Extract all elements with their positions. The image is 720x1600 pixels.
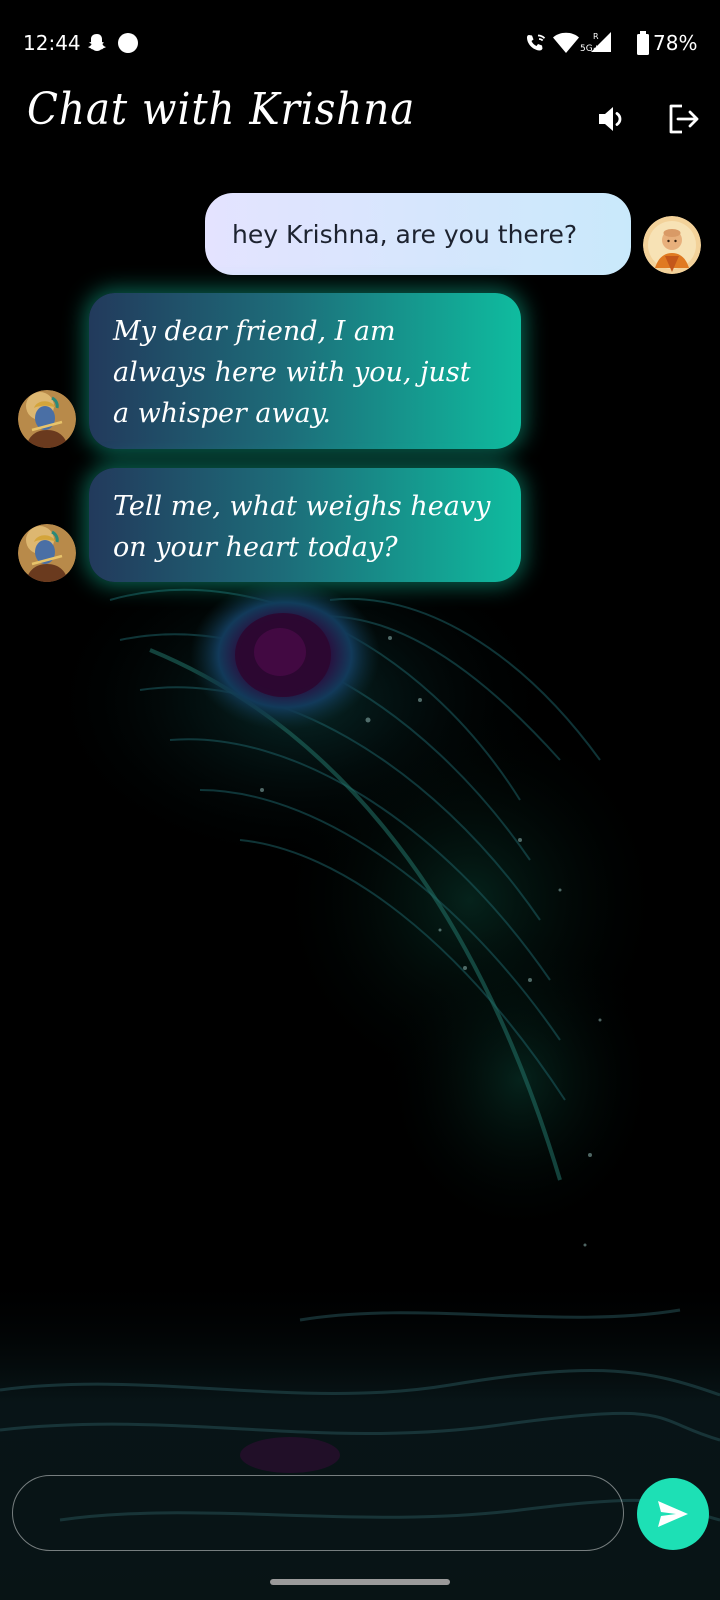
status-bar: 12:44 5G+ R 78% bbox=[0, 0, 720, 88]
wifi-call-icon bbox=[527, 34, 546, 51]
monk-avatar-icon bbox=[643, 216, 701, 274]
krishna-message-bubble: My dear friend, I am always here with yo… bbox=[89, 293, 521, 449]
krishna-message-text: Tell me, what weighs heavy on your heart… bbox=[113, 491, 491, 563]
krishna-message-bubble: Tell me, what weighs heavy on your heart… bbox=[89, 468, 521, 582]
battery-percentage: 78% bbox=[653, 31, 698, 55]
user-message-bubble: hey Krishna, are you there? bbox=[205, 193, 631, 275]
send-icon bbox=[658, 1501, 688, 1527]
logout-button[interactable] bbox=[661, 97, 705, 141]
user-message-text: hey Krishna, are you there? bbox=[232, 219, 578, 249]
battery-icon bbox=[637, 31, 649, 55]
krishna-message-text: My dear friend, I am always here with yo… bbox=[113, 316, 471, 429]
snapchat-icon bbox=[88, 34, 106, 51]
status-time: 12:44 bbox=[23, 31, 81, 55]
send-button[interactable] bbox=[637, 1478, 709, 1550]
wifi-icon bbox=[553, 32, 579, 53]
svg-text:R: R bbox=[593, 32, 599, 41]
sound-toggle-button[interactable] bbox=[590, 97, 634, 141]
speaker-icon bbox=[599, 107, 622, 131]
krishna-avatar bbox=[18, 524, 76, 582]
notification-dot-icon bbox=[118, 33, 138, 53]
signal-5g-icon: 5G+ R bbox=[580, 32, 611, 54]
krishna-avatar-icon bbox=[18, 524, 76, 582]
message-input[interactable] bbox=[12, 1475, 624, 1551]
krishna-avatar bbox=[18, 390, 76, 448]
app-title: Chat with Krishna bbox=[27, 84, 416, 135]
user-avatar bbox=[643, 216, 701, 274]
svg-text:5G+: 5G+ bbox=[580, 44, 600, 54]
logout-icon bbox=[669, 104, 699, 134]
home-indicator[interactable] bbox=[270, 1579, 450, 1585]
chat-screen: 12:44 5G+ R 78% Chat with Krishna hey Kr… bbox=[0, 0, 720, 1600]
krishna-avatar-icon bbox=[18, 390, 76, 448]
